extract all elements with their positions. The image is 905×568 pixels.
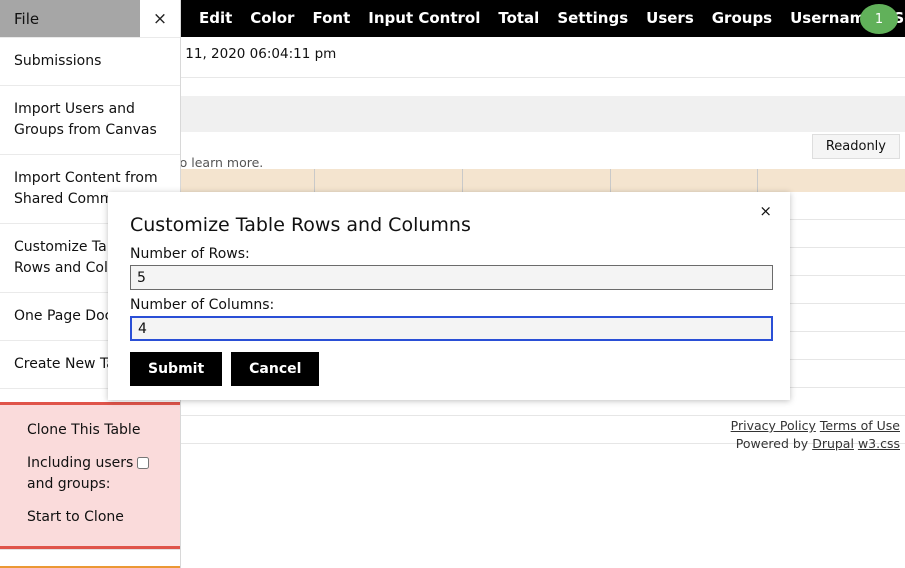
table-header-cell[interactable] xyxy=(463,169,611,192)
modal-actions: Submit Cancel xyxy=(130,352,768,386)
customize-table-modal: × Customize Table Rows and Columns Numbe… xyxy=(108,192,790,400)
notification-badge[interactable]: 1 xyxy=(860,4,898,34)
terms-of-use-link[interactable]: Terms of Use xyxy=(820,418,900,433)
sidebar-divider xyxy=(0,549,180,566)
privacy-policy-link[interactable]: Privacy Policy xyxy=(731,418,816,433)
rows-field-label: Number of Rows: xyxy=(130,246,250,262)
columns-input[interactable] xyxy=(130,316,773,341)
cancel-button[interactable]: Cancel xyxy=(231,352,320,386)
nav-item-color[interactable]: Color xyxy=(241,0,303,37)
modal-body: Number of Rows: Number of Columns: Submi… xyxy=(130,246,773,386)
columns-field-label: Number of Columns: xyxy=(130,297,275,313)
footer-legal-links: Privacy Policy Terms of Use xyxy=(731,417,900,435)
table-header-cell[interactable] xyxy=(611,169,759,192)
drupal-link[interactable]: Drupal xyxy=(812,436,854,451)
clone-this-table-button[interactable]: Clone This Table xyxy=(27,414,166,447)
footer-credits: Powered by Drupal w3.css xyxy=(731,435,900,453)
table-header-cell[interactable] xyxy=(758,169,905,192)
close-icon[interactable]: × xyxy=(140,0,180,37)
table-header-cell[interactable] xyxy=(315,169,464,192)
submit-button[interactable]: Submit xyxy=(130,352,223,386)
clone-include-label: Including users and groups: xyxy=(27,455,134,492)
rows-input[interactable] xyxy=(130,265,773,290)
nav-item-edit[interactable]: Edit xyxy=(190,0,241,37)
nav-item-users[interactable]: Users xyxy=(637,0,703,37)
table-header-cell[interactable] xyxy=(168,169,316,192)
nav-item-total[interactable]: Total xyxy=(489,0,548,37)
start-to-clone-button[interactable]: Start to Clone xyxy=(27,501,166,534)
clone-include-checkbox[interactable] xyxy=(137,457,150,469)
powered-by-label: Powered by xyxy=(735,436,809,451)
sidebar-title: File xyxy=(0,0,140,37)
nav-item-font[interactable]: Font xyxy=(303,0,359,37)
nav-item-groups[interactable]: Groups xyxy=(703,0,781,37)
clone-include-users-groups-row: Including users and groups: xyxy=(27,447,166,501)
readonly-button[interactable]: Readonly xyxy=(811,134,900,159)
nav-item-settings[interactable]: Settings xyxy=(548,0,637,37)
nav-items: Edit Color Font Input Control Total Sett… xyxy=(190,0,905,37)
sidebar-item-submissions[interactable]: Submissions xyxy=(0,37,180,85)
w3css-link[interactable]: w3.css xyxy=(858,436,900,451)
app-root: nber 11, 2020 06:04:11 pm Readonly ght t… xyxy=(0,0,905,568)
modal-close-icon[interactable]: × xyxy=(759,202,772,220)
sidebar-header: File × xyxy=(0,0,180,37)
nav-item-input-control[interactable]: Input Control xyxy=(359,0,489,37)
modal-title: Customize Table Rows and Columns xyxy=(130,214,471,236)
footer: Privacy Policy Terms of Use Powered by D… xyxy=(731,417,900,453)
sidebar-item-import-users-groups[interactable]: Import Users and Groups from Canvas xyxy=(0,85,180,154)
clone-section: Clone This Table Including users and gro… xyxy=(0,402,180,549)
